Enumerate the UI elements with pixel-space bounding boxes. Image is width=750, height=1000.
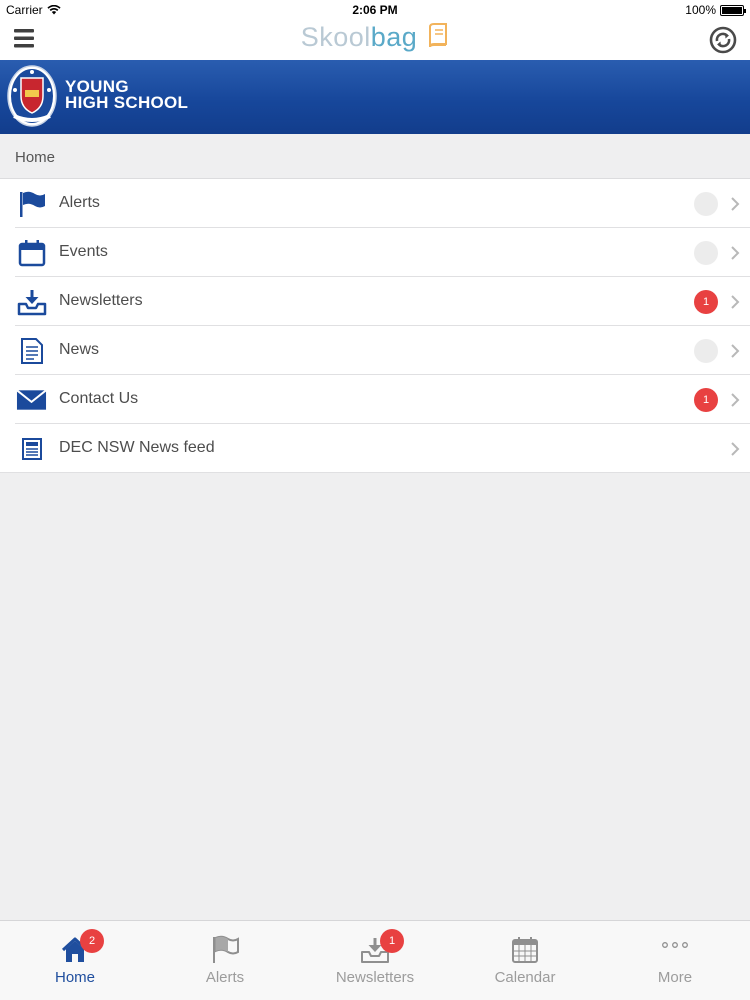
battery-icon — [720, 4, 746, 16]
battery-percent: 100% — [685, 3, 716, 17]
tab-badge: 2 — [80, 929, 104, 953]
school-name: YOUNG HIGH SCHOOL — [65, 78, 189, 112]
flag-icon — [16, 189, 47, 218]
tab-label: Alerts — [205, 969, 245, 986]
menu-item-badge: 1 — [694, 388, 718, 412]
school-banner: YOUNG HIGH SCHOOL — [0, 60, 750, 134]
menu-list: Alerts Events Newsletters 1 News Contact… — [0, 179, 750, 473]
menu-item-label: Events — [59, 243, 108, 260]
tab-label: Calendar — [494, 969, 556, 986]
logo-text-skool: Skool — [300, 22, 371, 52]
sync-button[interactable] — [708, 25, 738, 55]
flag-icon — [213, 935, 239, 963]
menu-item-label: News — [59, 341, 100, 358]
chevron-right-icon — [731, 246, 740, 260]
tab-label: Home — [54, 969, 95, 986]
chevron-right-icon — [731, 295, 740, 309]
nav-bar: Skoolbag — [0, 20, 750, 60]
menu-item-label: Contact Us — [59, 390, 139, 407]
tab-more[interactable]: More — [600, 921, 750, 1000]
book-logo-icon — [429, 23, 448, 48]
menu-item-badge — [694, 339, 718, 363]
calendar-icon — [16, 238, 47, 267]
menu-item-label: Alerts — [59, 194, 100, 211]
menu-item-badge — [694, 192, 718, 216]
school-name-line2: HIGH SCHOOL — [65, 93, 189, 112]
menu-item-label: DEC NSW News feed — [59, 439, 215, 456]
menu-item-events[interactable]: Events — [0, 228, 750, 277]
envelope-icon — [16, 385, 47, 414]
chevron-right-icon — [731, 393, 740, 407]
more-dots-icon — [662, 942, 688, 948]
chevron-right-icon — [731, 442, 740, 456]
menu-item-contact-us[interactable]: Contact Us 1 — [0, 375, 750, 424]
breadcrumb: Home — [0, 134, 750, 179]
sync-icon — [709, 26, 737, 54]
school-crest-icon — [7, 65, 57, 127]
tab-bar: 2 Home Alerts 1 Newsletters Calendar Mor… — [0, 920, 750, 1000]
inbox-download-icon — [16, 287, 47, 316]
tab-label: More — [657, 969, 693, 986]
menu-item-alerts[interactable]: Alerts — [0, 179, 750, 228]
status-right: 100% — [685, 3, 746, 17]
calendar-grid-icon — [512, 937, 538, 963]
menu-item-news[interactable]: News — [0, 326, 750, 375]
newspaper-icon — [16, 434, 47, 463]
tab-label: Newsletters — [335, 969, 415, 986]
tab-badge: 1 — [380, 929, 404, 953]
menu-item-dec-nsw-news-feed[interactable]: DEC NSW News feed — [0, 424, 750, 473]
chevron-right-icon — [731, 344, 740, 358]
chevron-right-icon — [731, 197, 740, 211]
tab-newsletters[interactable]: 1 Newsletters — [300, 921, 450, 1000]
tab-alerts[interactable]: Alerts — [150, 921, 300, 1000]
tab-home[interactable]: 2 Home — [0, 921, 150, 1000]
logo-text-bag: bag — [370, 22, 418, 52]
menu-item-badge: 1 — [694, 290, 718, 314]
status-bar: Carrier 2:06 PM 100% — [0, 0, 750, 20]
status-time: 2:06 PM — [352, 3, 398, 17]
menu-item-badge — [694, 241, 718, 265]
tab-calendar[interactable]: Calendar — [450, 921, 600, 1000]
menu-item-newsletters[interactable]: Newsletters 1 — [0, 277, 750, 326]
app-logo: Skoolbag — [0, 22, 750, 53]
menu-item-label: Newsletters — [59, 292, 143, 309]
document-icon — [16, 336, 47, 365]
